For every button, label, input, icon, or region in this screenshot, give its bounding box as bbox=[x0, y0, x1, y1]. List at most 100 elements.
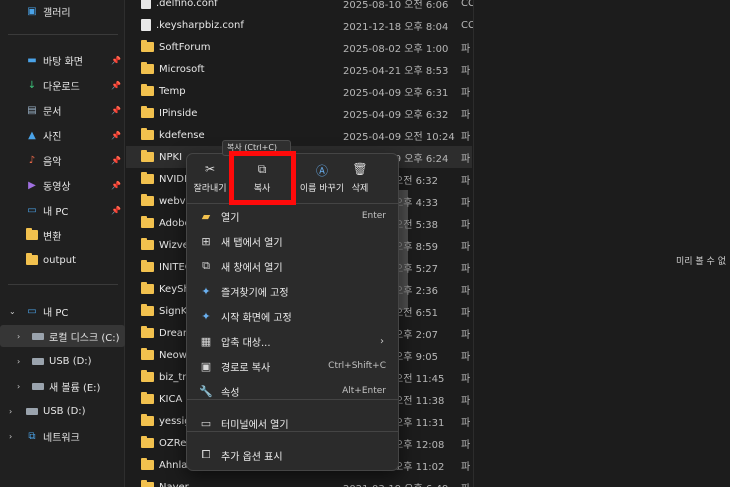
file-row[interactable]: .delfino.conf 2025-08-10 오전 6:06 CC bbox=[126, 0, 475, 14]
chevron-right-icon[interactable]: › bbox=[17, 382, 20, 391]
menu-item[interactable]: ⧉ 새 창에서 열기 bbox=[187, 254, 398, 278]
drive-icon bbox=[32, 380, 44, 392]
file-type: 파 bbox=[461, 109, 471, 121]
pin-icon[interactable]: 📌 bbox=[111, 56, 121, 65]
nav-tree-local-disk-c[interactable]: › 로컬 디스크 (C:) bbox=[0, 325, 125, 347]
menu-item[interactable]: ▭ 터미널에서 열기 bbox=[187, 411, 398, 435]
trash-icon: 🗑 bbox=[352, 162, 368, 176]
folder-icon bbox=[141, 282, 154, 294]
nav-tree-usb-d-2[interactable]: › USB (D:) bbox=[0, 400, 125, 422]
chevron-right-icon[interactable]: › bbox=[9, 407, 12, 416]
folder-icon bbox=[141, 172, 154, 184]
menu-item[interactable]: ✦ 즐겨찾기에 고정 bbox=[187, 279, 398, 303]
nav-item-documents[interactable]: ▤ 문서 📌 bbox=[0, 99, 125, 121]
delete-button[interactable]: 🗑 삭제 bbox=[345, 162, 375, 200]
menu-item[interactable]: ⊞ 새 탭에서 열기 bbox=[187, 229, 398, 253]
file-name-cell: Adobe bbox=[141, 216, 191, 229]
nav-item-pictures[interactable]: ▲ 사진 📌 bbox=[0, 124, 125, 146]
nav-item-output[interactable]: output bbox=[0, 249, 125, 271]
new-tab-icon: ⊞ bbox=[201, 234, 211, 248]
file-type: 파 bbox=[461, 307, 471, 319]
nav-item-music[interactable]: ♪ 음악 📌 bbox=[0, 149, 125, 171]
folder-icon bbox=[141, 304, 154, 316]
chevron-right-icon[interactable]: › bbox=[9, 432, 12, 441]
menu-item-label: 열기 bbox=[221, 212, 240, 224]
file-type: 파 bbox=[461, 175, 471, 187]
file-name-cell: IPinside bbox=[141, 106, 197, 119]
file-name-cell: kdefense bbox=[141, 128, 205, 141]
file-date: 2021-12-18 오후 8:04 bbox=[343, 21, 449, 33]
file-type: 파 bbox=[461, 373, 471, 385]
chevron-right-icon[interactable]: › bbox=[17, 357, 20, 366]
cut-button[interactable]: ✂ 잘라내기 bbox=[193, 162, 227, 200]
pictures-icon: ▲ bbox=[28, 129, 36, 141]
desktop-icon: ▬ bbox=[27, 54, 37, 66]
file-date: 오후 11:31 bbox=[394, 417, 445, 429]
folder-icon bbox=[141, 84, 154, 96]
nav-item-desktop[interactable]: ▬ 바탕 화면 📌 bbox=[0, 49, 125, 71]
file-row[interactable]: .keysharpbiz.conf 2021-12-18 오후 8:04 CC bbox=[126, 14, 475, 36]
file-name-cell: NPKI bbox=[141, 150, 182, 163]
rename-button[interactable]: Ⓐ 이름 바꾸기 bbox=[297, 162, 347, 200]
file-type: 파 bbox=[461, 65, 471, 77]
menu-item[interactable]: ▣ 경로로 복사 Ctrl+Shift+C bbox=[187, 354, 398, 378]
file-row[interactable]: Temp 2025-04-09 오후 6:31 파 bbox=[126, 80, 472, 102]
menu-item[interactable]: ✦ 시작 화면에 고정 bbox=[187, 304, 398, 328]
menu-item-label: 추가 옵션 표시 bbox=[221, 451, 283, 463]
nav-tree-this-pc[interactable]: ⌄ ▭ 내 PC bbox=[0, 300, 125, 322]
file-name: Naver bbox=[159, 481, 189, 487]
file-row[interactable]: SoftForum 2025-08-02 오후 1:00 파 bbox=[126, 36, 472, 58]
file-icon bbox=[141, 0, 151, 9]
nav-item-downloads[interactable]: ↓ 다운로드 📌 bbox=[0, 74, 125, 96]
copy-path-icon: ▣ bbox=[200, 359, 212, 373]
folder-icon bbox=[141, 194, 154, 206]
nav-item-this-pc[interactable]: ▭ 내 PC 📌 bbox=[0, 199, 125, 221]
file-name-cell: Temp bbox=[141, 84, 186, 97]
folder-icon bbox=[141, 392, 154, 404]
pin-icon[interactable]: 📌 bbox=[111, 206, 121, 215]
file-row[interactable]: IPinside 2025-04-09 오후 6:32 파 bbox=[126, 102, 472, 124]
file-icon bbox=[141, 19, 151, 31]
pin-icon[interactable]: 📌 bbox=[111, 181, 121, 190]
file-type: 파 bbox=[461, 87, 471, 99]
file-date: 2025-04-09 오전 10:24 bbox=[343, 131, 455, 143]
pin-icon: ✦ bbox=[201, 284, 211, 298]
file-row[interactable]: Microsoft 2025-04-21 오후 8:53 파 bbox=[126, 58, 472, 80]
file-date: 오전 11:45 bbox=[394, 373, 445, 385]
folder-icon bbox=[141, 370, 154, 382]
pin-icon[interactable]: 📌 bbox=[111, 81, 121, 90]
folder-icon bbox=[141, 40, 154, 52]
pin-icon[interactable]: 📌 bbox=[111, 131, 121, 140]
pin-icon[interactable]: 📌 bbox=[111, 106, 121, 115]
nav-item-videos[interactable]: ▶ 동영상 📌 bbox=[0, 174, 125, 196]
menu-item[interactable]: 🔧 속성 Alt+Enter bbox=[187, 379, 398, 403]
nav-tree-new-volume-e[interactable]: › 새 볼륨 (E:) bbox=[0, 375, 125, 397]
file-date: 오후 9:05 bbox=[394, 351, 439, 363]
video-icon: ▶ bbox=[28, 179, 36, 191]
drive-icon bbox=[32, 330, 44, 342]
chevron-right-icon[interactable]: › bbox=[17, 332, 20, 341]
file-date: 2025-04-09 오후 6:32 bbox=[343, 109, 449, 121]
menu-item-label: 새 창에서 열기 bbox=[221, 262, 283, 274]
nav-tree-network[interactable]: › ⧉ 네트워크 bbox=[0, 425, 125, 447]
menu-item-label: 새 탭에서 열기 bbox=[221, 237, 283, 249]
file-row[interactable]: kdefense 2025-04-09 오전 10:24 파 bbox=[126, 124, 472, 146]
scissors-icon: ✂ bbox=[204, 162, 216, 176]
file-name-cell: SoftForum bbox=[141, 40, 210, 53]
pin-start-icon: ✦ bbox=[201, 309, 211, 323]
menu-item[interactable]: ▦ 압축 대상... › bbox=[187, 329, 398, 353]
nav-item-convert[interactable]: 변환 bbox=[0, 224, 125, 246]
menu-item[interactable]: ▰ 열기 Enter bbox=[187, 204, 398, 228]
file-date: 오후 2:07 bbox=[394, 329, 439, 341]
file-row[interactable]: Naver 2021-03-19 오후 6:49 파 bbox=[126, 476, 472, 487]
chevron-down-icon[interactable]: ⌄ bbox=[9, 307, 16, 316]
nav-tree-usb-d[interactable]: › USB (D:) bbox=[0, 350, 125, 372]
pin-icon[interactable]: 📌 bbox=[111, 156, 121, 165]
folder-icon bbox=[26, 228, 38, 241]
nav-item-gallery[interactable]: ▣ 갤러리 bbox=[0, 0, 125, 22]
menu-item-shortcut: Ctrl+Shift+C bbox=[328, 361, 386, 371]
menu-item[interactable]: ⧠ 추가 옵션 표시 bbox=[187, 443, 398, 467]
file-type: 파 bbox=[461, 461, 471, 473]
menu-item-label: 경로로 복사 bbox=[221, 362, 271, 374]
folder-icon bbox=[141, 62, 154, 74]
